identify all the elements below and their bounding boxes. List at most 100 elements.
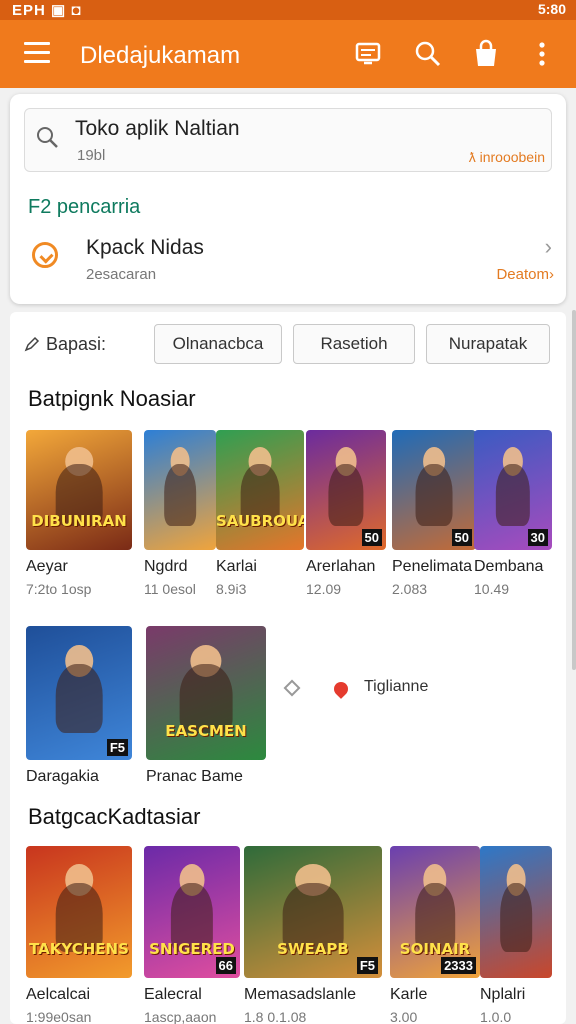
filter-bar: Bapasi: Olnanacbca Rasetioh Nurapatak [24, 324, 550, 366]
game-wordmark: DIBUNIRAN [31, 512, 127, 530]
game-artwork: 30 [474, 430, 552, 550]
game-card[interactable]: EASCMEN Pranac Bame [146, 626, 266, 786]
section-heading: F2 pencarria [28, 196, 141, 218]
search-input[interactable]: Toko aplik Naltian 19bl ƛ inrooobein [24, 108, 552, 172]
game-wordmark: SAUBROUAM [216, 512, 304, 530]
link-label: Tiglianne [364, 678, 429, 695]
advanced-search-link[interactable]: ƛ inrooobein [469, 149, 545, 165]
game-meta: 12.09 [306, 581, 342, 597]
game-artwork: SOINAIR 2333 [390, 846, 480, 978]
character-figure [328, 463, 364, 526]
history-icon [32, 242, 58, 268]
diamond-icon [283, 679, 301, 697]
game-card[interactable]: SWEAPB F5 Memasadslanle 1.8 0.1.08 [244, 846, 382, 1024]
game-wordmark: SWEAPB [277, 940, 349, 958]
app-bar: Dledajukamam [0, 20, 576, 88]
game-card[interactable]: SAUBROUAM Karlai 8.9i3 [216, 430, 304, 597]
game-name: Arerlahan [306, 558, 376, 575]
game-artwork: SNIGERED 66 [144, 846, 240, 978]
game-name: Karle [390, 986, 428, 1003]
results-panel: Bapasi: Olnanacbca Rasetioh Nurapatak Ba… [10, 312, 566, 1024]
game-meta: 2.083 [392, 581, 428, 597]
status-left: EPH ▣ ◘ [12, 2, 82, 19]
game-card[interactable]: Nplalri 1.0.0 [480, 846, 552, 1024]
game-wordmark: TAKYCHENS [29, 940, 129, 958]
game-meta: 11 0esol [144, 581, 196, 597]
game-name: Daragakia [26, 768, 99, 785]
status-right: 5:80 [537, 1, 566, 17]
game-card[interactable]: Ngdrd 11 0esol [144, 430, 216, 597]
search-query: Toko aplik Naltian [75, 117, 240, 140]
game-artwork: F5 [26, 626, 132, 760]
character-figure [495, 463, 531, 526]
recent-item-subtitle: 2esacaran [86, 266, 157, 283]
more-vert-icon[interactable] [526, 38, 558, 70]
game-card[interactable]: 50 Arerlahan 12.09 [306, 430, 386, 597]
game-card[interactable]: 50 Penelimata 2.083 [392, 430, 476, 597]
game-name: Karlai [216, 558, 257, 575]
game-card[interactable]: SNIGERED 66 Ealecral 1ascp,aaon [144, 846, 240, 1024]
game-card[interactable]: DIBUNIRAN Aeyar 7:2to 1osp [26, 430, 132, 597]
location-pin-icon [331, 679, 351, 699]
rating-badge: F5 [106, 739, 128, 756]
game-meta: 1.0.0 [480, 1009, 512, 1024]
chevron-right-icon: › [544, 234, 552, 259]
game-meta: 1.8 0.1.08 [244, 1009, 307, 1024]
game-artwork [144, 430, 216, 550]
game-meta: 1ascp,aaon [144, 1009, 217, 1024]
game-name: Memasadslanle [244, 986, 357, 1003]
rating-badge: F5 [356, 957, 378, 974]
filter-chip[interactable]: Rasetioh [293, 324, 415, 364]
rating-badge: 30 [527, 529, 548, 546]
search-icon[interactable] [412, 38, 444, 70]
game-meta: 7:2to 1osp [26, 581, 92, 597]
rating-badge: 2333 [441, 957, 476, 974]
section-title: BatgcacKadtasiar [28, 804, 201, 829]
status-bar: EPH ▣ ◘ 5:80 [0, 0, 576, 20]
shopping-bag-icon[interactable] [470, 38, 502, 70]
game-name: Aeyar [26, 558, 68, 575]
game-name: Dembana [474, 558, 544, 575]
filter-label: Bapasi: [46, 334, 107, 354]
game-name: Penelimata [392, 558, 473, 575]
game-card[interactable]: 30 Dembana 10.49 [474, 430, 552, 597]
game-wordmark: SNIGERED [149, 940, 235, 958]
rating-badge: 66 [215, 957, 236, 974]
game-card[interactable]: F5 Daragakia [26, 626, 132, 786]
game-wordmark: SOINAIR [399, 940, 471, 958]
rating-badge: 50 [361, 529, 382, 546]
app-title: Dledajukamam [80, 42, 241, 69]
device-icon[interactable] [352, 38, 384, 70]
game-card[interactable]: SOINAIR 2333 Karle 3.00 [390, 846, 480, 1024]
game-meta: 1:99e0san [26, 1009, 92, 1024]
search-subtext: 19bl [77, 147, 106, 164]
rating-badge: 50 [451, 529, 472, 546]
game-artwork: 50 [392, 430, 476, 550]
game-meta: 3.00 [390, 1009, 418, 1024]
character-figure [55, 663, 103, 734]
search-icon [35, 125, 61, 156]
section-title: Batpignk Noasiar [28, 386, 196, 411]
pencil-icon [24, 336, 40, 357]
character-figure [500, 882, 532, 952]
game-artwork: DIBUNIRAN [26, 430, 132, 550]
filter-chip[interactable]: Olnanacbca [154, 324, 282, 364]
recent-search-item[interactable]: Kpack Nidas 2esacaran › Deatom› [24, 228, 556, 292]
game-artwork: TAKYCHENS [26, 846, 132, 978]
game-artwork: SAUBROUAM [216, 430, 304, 550]
game-name: Ngdrd [144, 558, 188, 575]
character-figure [164, 463, 196, 526]
search-card: Toko aplik Naltian 19bl ƛ inrooobein F2 … [10, 94, 566, 304]
filter-chip[interactable]: Nurapatak [426, 324, 550, 364]
game-meta: 8.9i3 [216, 581, 247, 597]
character-figure [415, 463, 453, 526]
game-meta: 10.49 [474, 581, 510, 597]
game-artwork: 50 [306, 430, 386, 550]
menu-icon[interactable] [24, 42, 50, 64]
recent-item-action[interactable]: Deatom› [496, 266, 554, 283]
game-card[interactable]: TAKYCHENS Aelcalcai 1:99e0san [26, 846, 132, 1024]
game-name: Aelcalcai [26, 986, 91, 1003]
scrollbar[interactable] [572, 310, 576, 670]
game-artwork [480, 846, 552, 978]
game-artwork: EASCMEN [146, 626, 266, 760]
